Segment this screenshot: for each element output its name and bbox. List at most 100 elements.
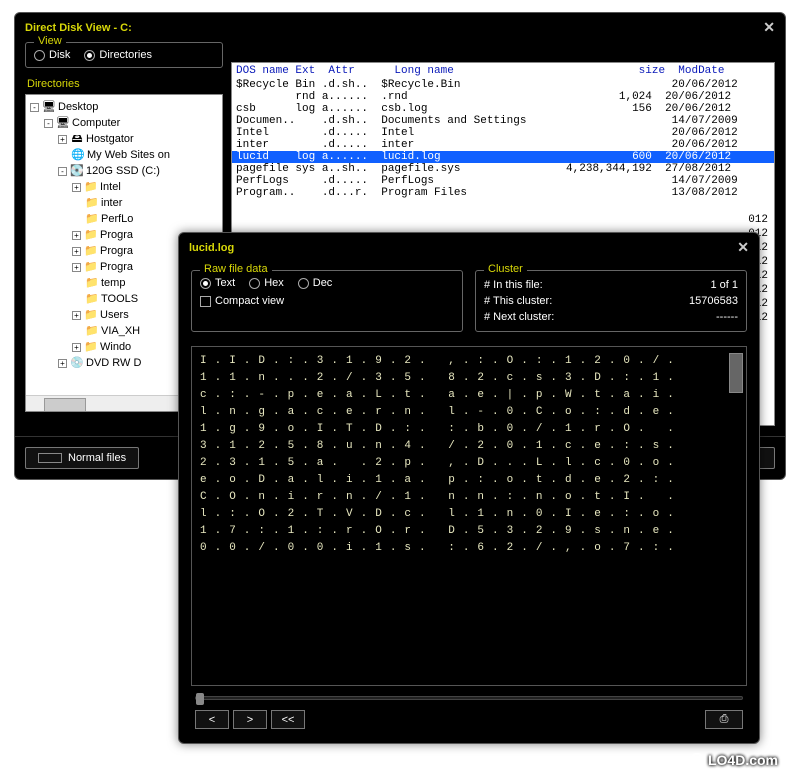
expander-icon[interactable]: - bbox=[30, 103, 39, 112]
tree-item[interactable]: 📁PerfLo bbox=[26, 211, 222, 227]
folder-icon: 🖥 bbox=[56, 115, 70, 131]
close-icon[interactable]: ✕ bbox=[737, 239, 749, 256]
tree-label: VIA_XH bbox=[101, 323, 140, 339]
folder-icon: 💽 bbox=[70, 163, 84, 179]
raw-v-scrollbar[interactable] bbox=[729, 353, 743, 393]
raw-file-data-group: Raw file data Text Hex Dec bbox=[191, 270, 463, 332]
dialog-titlebar[interactable]: lucid.log ✕ bbox=[179, 233, 759, 262]
tree-label: Computer bbox=[72, 115, 120, 131]
file-row[interactable]: csb log a...... csb.log 156 20/06/2012 bbox=[232, 103, 774, 115]
file-row[interactable]: Intel .d..... Intel 20/06/2012 bbox=[232, 127, 774, 139]
expander-icon[interactable]: + bbox=[72, 247, 81, 256]
cluster-group: Cluster # In this file:1 of 1 # This clu… bbox=[475, 270, 747, 332]
cluster-legend: Cluster bbox=[484, 263, 527, 275]
folder-icon: 📁 bbox=[85, 211, 99, 227]
tree-label: Progra bbox=[100, 259, 133, 275]
tree-label: Intel bbox=[100, 179, 121, 195]
cluster-next-label: # Next cluster: bbox=[484, 309, 554, 325]
next-button[interactable]: > bbox=[233, 710, 267, 729]
file-row[interactable]: Program.. .d...r. Program Files 13/08/20… bbox=[232, 187, 774, 199]
cluster-this-label: # This cluster: bbox=[484, 293, 552, 309]
expander-icon[interactable]: - bbox=[44, 119, 53, 128]
tree-label: DVD RW D bbox=[86, 355, 141, 371]
file-row[interactable]: pagefile sys a..sh.. pagefile.sys 4,238,… bbox=[232, 163, 774, 175]
tree-item[interactable]: +🖴Hostgator bbox=[26, 131, 222, 147]
tree-label: TOOLS bbox=[101, 291, 138, 307]
expander-icon[interactable]: + bbox=[58, 359, 67, 368]
folder-icon: 📁 bbox=[84, 307, 98, 323]
cluster-this-value: 15706583 bbox=[689, 293, 738, 309]
expander-icon[interactable]: + bbox=[58, 135, 67, 144]
folder-icon: 🌐 bbox=[71, 147, 85, 163]
file-row[interactable]: PerfLogs .d..... PerfLogs 14/07/2009 bbox=[232, 175, 774, 187]
slider-thumb-icon[interactable] bbox=[196, 693, 204, 705]
view-legend: View bbox=[34, 35, 66, 47]
file-viewer-dialog: lucid.log ✕ Raw file data Text Hex bbox=[178, 232, 760, 744]
view-group: View Disk Directories bbox=[25, 42, 223, 68]
tree-label: temp bbox=[101, 275, 125, 291]
files-header: DOS name Ext Attr Long name size ModDate bbox=[232, 63, 774, 79]
compact-view-checkbox[interactable]: Compact view bbox=[200, 295, 454, 307]
radio-icon bbox=[298, 278, 309, 289]
file-row[interactable]: lucid log a...... lucid.log 600 20/06/20… bbox=[232, 151, 774, 163]
expander-icon[interactable]: + bbox=[72, 263, 81, 272]
folder-icon: 📁 bbox=[85, 323, 99, 339]
tree-label: Desktop bbox=[58, 99, 98, 115]
expander-icon[interactable]: - bbox=[58, 167, 67, 176]
radio-icon bbox=[84, 50, 95, 61]
tree-item[interactable]: -💽120G SSD (C:) bbox=[26, 163, 222, 179]
format-text-radio[interactable]: Text bbox=[200, 277, 235, 289]
radio-icon bbox=[34, 50, 45, 61]
checkbox-icon bbox=[200, 296, 211, 307]
cluster-in-file-value: 1 of 1 bbox=[710, 277, 738, 293]
rewind-button[interactable]: << bbox=[271, 710, 305, 729]
position-slider[interactable] bbox=[195, 696, 743, 700]
folder-icon: 📁 bbox=[84, 179, 98, 195]
radio-icon bbox=[249, 278, 260, 289]
expander-icon[interactable]: + bbox=[72, 183, 81, 192]
file-row[interactable]: $Recycle Bin .d.sh.. $Recycle.Bin 20/06/… bbox=[232, 79, 774, 91]
tree-label: 120G SSD (C:) bbox=[86, 163, 160, 179]
tree-label: Hostgator bbox=[86, 131, 134, 147]
tree-item[interactable]: 📁inter bbox=[26, 195, 222, 211]
cluster-next-value: ------ bbox=[716, 309, 738, 325]
expander-icon[interactable]: + bbox=[72, 231, 81, 240]
view-directories-radio[interactable]: Directories bbox=[84, 49, 152, 61]
expander-icon[interactable]: + bbox=[72, 343, 81, 352]
file-row[interactable]: rnd a...... .rnd 1,024 20/06/2012 bbox=[232, 91, 774, 103]
file-row[interactable]: Documen.. .d.sh.. Documents and Settings… bbox=[232, 115, 774, 127]
tree-item[interactable]: -🖥Desktop bbox=[26, 99, 222, 115]
titlebar[interactable]: Direct Disk View - C: ✕ bbox=[15, 13, 785, 42]
format-dec-radio[interactable]: Dec bbox=[298, 277, 333, 289]
folder-icon: 📁 bbox=[84, 339, 98, 355]
view-disk-radio[interactable]: Disk bbox=[34, 49, 70, 61]
folder-icon: 📁 bbox=[85, 275, 99, 291]
tree-label: Progra bbox=[100, 243, 133, 259]
raw-legend: Raw file data bbox=[200, 263, 272, 275]
folder-icon: 📁 bbox=[85, 195, 99, 211]
expander-icon[interactable]: + bbox=[72, 311, 81, 320]
tree-label: Users bbox=[100, 307, 129, 323]
tree-label: Progra bbox=[100, 227, 133, 243]
date-fragment: 012 bbox=[748, 213, 768, 227]
normal-files-button[interactable]: Normal files bbox=[25, 447, 139, 469]
raw-data-panel[interactable]: I.I.D.:.3.1.9.2. ,.:.O.:.1.2.0./. 1.1.n.… bbox=[191, 346, 747, 686]
tree-label: inter bbox=[101, 195, 122, 211]
folder-icon: 🖴 bbox=[70, 131, 84, 147]
globe-icon bbox=[690, 753, 704, 767]
prev-button[interactable]: < bbox=[195, 710, 229, 729]
tree-item[interactable]: +📁Intel bbox=[26, 179, 222, 195]
directories-label: Directories bbox=[25, 74, 223, 94]
tree-label: My Web Sites on bbox=[87, 147, 170, 163]
file-row[interactable]: inter .d..... inter 20/06/2012 bbox=[232, 139, 774, 151]
tree-item[interactable]: 🌐My Web Sites on bbox=[26, 147, 222, 163]
format-hex-radio[interactable]: Hex bbox=[249, 277, 284, 289]
window-title: Direct Disk View - C: bbox=[25, 22, 132, 34]
files-label: Files: bbox=[231, 42, 775, 62]
folder-icon: 📁 bbox=[84, 227, 98, 243]
close-icon[interactable]: ✕ bbox=[763, 19, 775, 36]
folder-icon: 💿 bbox=[70, 355, 84, 371]
dialog-title: lucid.log bbox=[189, 242, 234, 254]
tree-item[interactable]: -🖥Computer bbox=[26, 115, 222, 131]
export-button[interactable]: ⎙ bbox=[705, 710, 743, 729]
